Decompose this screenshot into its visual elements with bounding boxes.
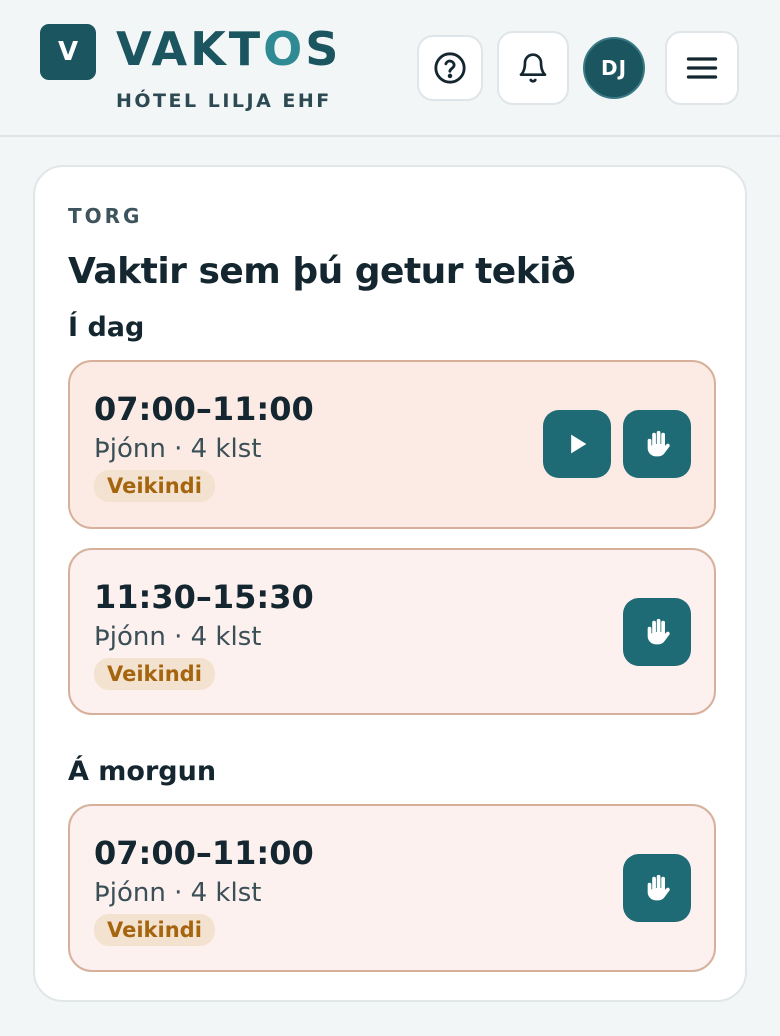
view-shift-button[interactable] <box>543 410 611 478</box>
company-name: HÓTEL LILJA EHF <box>116 90 332 112</box>
claim-shift-button[interactable] <box>623 598 691 666</box>
shift-time: 07:00–11:00 <box>94 390 314 428</box>
marketplace-card: TORG Vaktir sem þú getur tekið Í dag 07:… <box>33 165 747 1002</box>
page-title: Vaktir sem þú getur tekið <box>68 251 576 292</box>
shift-meta: Þjónn · 4 klst <box>94 434 262 464</box>
raise-hand-icon <box>647 430 670 457</box>
raise-hand-icon <box>647 618 670 645</box>
shift-reason-badge: Veikindi <box>94 914 215 946</box>
brand-name: VAKTOS <box>116 26 341 72</box>
avatar[interactable]: DJ <box>583 37 645 99</box>
claim-shift-button[interactable] <box>623 854 691 922</box>
shift-card[interactable]: 07:00–11:00 Þjónn · 4 klst Veikindi <box>68 804 716 972</box>
shift-meta: Þjónn · 4 klst <box>94 878 262 908</box>
section-heading-tomorrow: Á morgun <box>68 756 217 787</box>
shift-card[interactable]: 07:00–11:00 Þjónn · 4 klst Veikindi <box>68 360 716 529</box>
help-button[interactable] <box>417 35 483 101</box>
shift-card[interactable]: 11:30–15:30 Þjónn · 4 klst Veikindi <box>68 548 716 715</box>
shift-time: 11:30–15:30 <box>94 578 314 616</box>
question-circle-icon <box>434 52 466 84</box>
shift-meta: Þjónn · 4 klst <box>94 622 262 652</box>
app-header: V VAKTOS HÓTEL LILJA EHF DJ <box>0 0 780 137</box>
brand-accent: O <box>263 22 306 76</box>
section-eyebrow: TORG <box>68 204 143 228</box>
bell-icon <box>519 53 547 83</box>
shift-time: 07:00–11:00 <box>94 834 314 872</box>
claim-shift-button[interactable] <box>623 410 691 478</box>
menu-button[interactable] <box>665 31 739 105</box>
section-heading-today: Í dag <box>68 312 145 343</box>
brand-suffix: S <box>305 22 342 76</box>
shift-reason-badge: Veikindi <box>94 658 215 690</box>
play-icon <box>571 434 587 454</box>
hamburger-menu-icon <box>686 57 718 79</box>
raise-hand-icon <box>647 874 670 901</box>
notifications-button[interactable] <box>497 31 569 105</box>
shift-reason-badge: Veikindi <box>94 470 215 502</box>
brand-prefix: VAKT <box>116 22 264 76</box>
logo-mark[interactable]: V <box>40 24 96 80</box>
